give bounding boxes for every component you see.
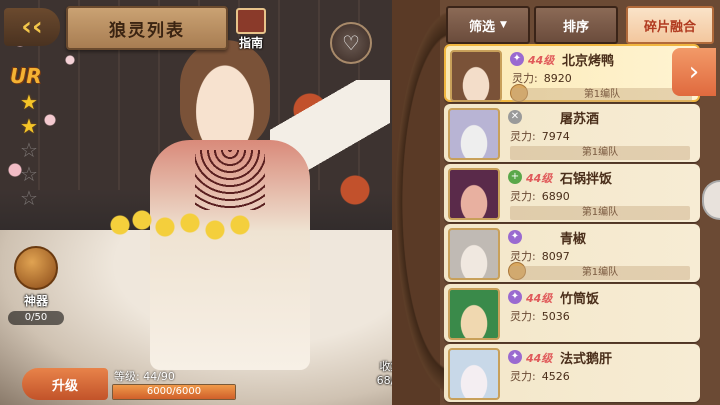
spirit-portrait <box>448 348 500 400</box>
spirit-power: 灵力: 5036 <box>510 308 570 324</box>
spirit-portrait <box>450 50 502 102</box>
exp-bar: 6000/6000 <box>112 384 236 400</box>
star-icon: ☆ <box>20 138 38 162</box>
artifact-button[interactable]: 神器 0/50 <box>6 246 66 325</box>
rubber-ducks-decor <box>110 205 260 245</box>
power-value: 4526 <box>541 370 570 383</box>
detail-arrow-button[interactable]: › <box>672 48 716 96</box>
upgrade-label: 升级 <box>51 378 78 394</box>
heart-icon: ♡ <box>342 31 360 55</box>
star-icon: ☆ <box>20 162 38 186</box>
back-arrow-icon: ‹‹ <box>21 12 43 42</box>
filter-dropdown[interactable]: 筛选 ▼ <box>446 6 530 44</box>
favorite-button[interactable]: ♡ <box>330 22 372 64</box>
chevron-right-icon: › <box>688 57 700 87</box>
spirit-card[interactable]: + 44级 石锅拌饭 灵力: 6890 第1编队 <box>444 164 700 222</box>
spirit-name: 屠苏酒 <box>560 112 600 127</box>
spirit-card[interactable]: ✦ 44级 竹筒饭 灵力: 5036 <box>444 284 700 342</box>
spirit-level: 44级 <box>528 54 555 67</box>
character-head <box>180 40 270 150</box>
team-tag: 第1编队 <box>512 88 692 102</box>
spirit-power: 灵力: 6890 <box>510 188 570 204</box>
spirit-level: 44级 <box>526 172 553 185</box>
team-tag: 第1编队 <box>510 146 690 160</box>
back-button[interactable]: ‹‹ <box>4 8 60 46</box>
spirit-power: 灵力: 4526 <box>510 368 570 384</box>
artifact-orb-icon <box>14 246 58 290</box>
team-tag: 第1编队 <box>510 206 690 220</box>
power-value: 5036 <box>541 310 570 323</box>
spirit-card[interactable]: ✦ 44级 法式鹅肝 灵力: 4526 <box>444 344 700 402</box>
artifact-count: 0/50 <box>8 311 64 325</box>
element-icon: ✦ <box>510 52 524 66</box>
rarity-badge: UR <box>10 64 42 88</box>
spirit-name: 北京烤鸭 <box>562 54 615 69</box>
power-label: 灵力: <box>510 190 536 203</box>
guide-label: 指南 <box>238 36 263 50</box>
filter-label: 筛选 <box>469 19 496 35</box>
star-icon: ★ <box>20 90 38 114</box>
spirit-name: 青椒 <box>560 232 587 247</box>
power-value: 8920 <box>543 72 572 85</box>
spirit-card[interactable]: ✕ 屠苏酒 灵力: 7974 第1编队 <box>444 104 700 162</box>
spirit-portrait <box>448 288 500 340</box>
element-icon: ✦ <box>508 230 522 244</box>
page-title: 狼灵列表 <box>109 20 185 41</box>
character-body <box>150 140 310 370</box>
power-value: 6890 <box>541 190 570 203</box>
power-value: 8097 <box>541 250 570 263</box>
power-label: 灵力: <box>512 72 538 85</box>
star-icon: ★ <box>20 114 38 138</box>
panel-arch-frame <box>392 0 452 405</box>
character-scene <box>0 0 440 405</box>
spirit-portrait <box>448 108 500 160</box>
guide-button[interactable]: 指南 <box>232 8 270 52</box>
spirit-power: 灵力: 7974 <box>510 128 570 144</box>
sort-button[interactable]: 排序 <box>534 6 618 44</box>
spirit-level: 44级 <box>526 292 553 305</box>
caret-down-icon: ▼ <box>500 20 507 30</box>
power-label: 灵力: <box>510 130 536 143</box>
level-text: 等级: 44/90 <box>114 370 175 383</box>
power-label: 灵力: <box>510 310 536 323</box>
spirit-portrait <box>448 228 500 280</box>
element-icon: ✦ <box>508 290 522 304</box>
star-rating: ★ ★ ☆ ☆ ☆ <box>16 90 42 210</box>
team-tag: 第1编队 <box>510 266 690 280</box>
fusion-label: 碎片融合 <box>643 19 696 35</box>
spirit-name: 石锅拌饭 <box>560 172 613 187</box>
fragment-fusion-button[interactable]: 碎片融合 <box>626 6 714 44</box>
spirit-level: 44级 <box>526 352 553 365</box>
power-value: 7974 <box>541 130 570 143</box>
element-icon: + <box>508 170 522 184</box>
book-icon <box>236 8 266 34</box>
spirit-portrait <box>448 168 500 220</box>
spirit-card-list[interactable]: ✦ 44级 北京烤鸭 灵力: 8920 第1编队 ✕ 屠苏酒 灵力: 7974 第1… <box>444 44 700 405</box>
artifact-label: 神器 <box>23 294 48 308</box>
element-icon: ✦ <box>508 350 522 364</box>
power-label: 灵力: <box>510 250 536 263</box>
spirit-name: 竹筒饭 <box>560 292 600 307</box>
title-board: 狼灵列表 <box>66 6 228 50</box>
power-label: 灵力: <box>510 370 536 383</box>
upgrade-button[interactable]: 升级 <box>22 368 108 400</box>
star-icon: ☆ <box>20 186 38 210</box>
exp-text: 6000/6000 <box>146 386 202 397</box>
element-icon: ✕ <box>508 110 522 124</box>
spirit-card[interactable]: ✦ 44级 北京烤鸭 灵力: 8920 第1编队 <box>444 44 700 102</box>
spirit-card[interactable]: ✦ 青椒 灵力: 8097 第1编队 <box>444 224 700 282</box>
sort-label: 排序 <box>562 19 589 35</box>
spirit-name: 法式鹅肝 <box>560 352 613 367</box>
